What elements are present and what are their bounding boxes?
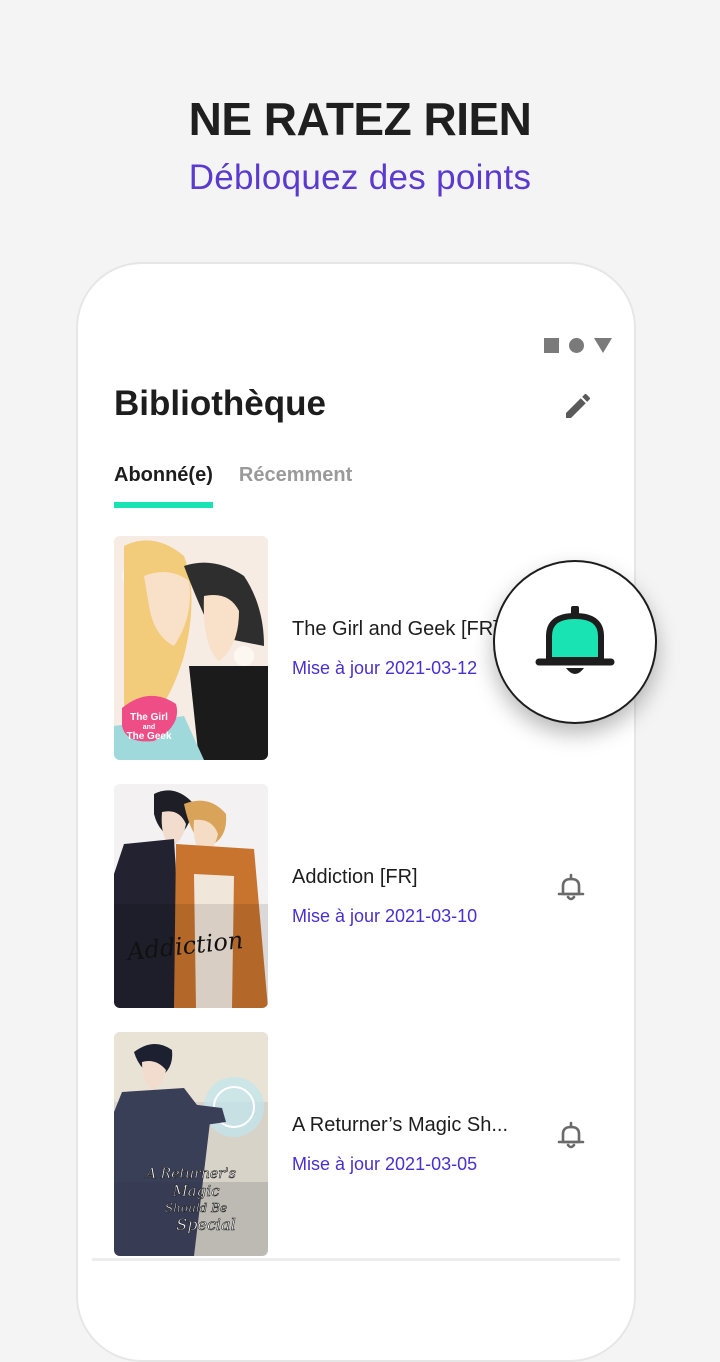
comic-update-date: Mise à jour 2021-03-12 [292, 658, 478, 678]
comic-cover[interactable]: A Returner's Magic Should Be Special [114, 1032, 268, 1256]
phone-frame: Bibliothèque Abonné(e) Récemment The Gir… [76, 262, 636, 1362]
comic-cover[interactable]: Addiction [114, 784, 268, 1008]
comic-update-date: Mise à jour 2021-03-05 [292, 1154, 478, 1174]
cover-title-text: A Returner's [144, 1166, 236, 1182]
list-item[interactable]: Addiction Addiction [FR] Mise à jour 202… [114, 784, 585, 1008]
bottom-divider [92, 1258, 620, 1261]
list-item[interactable]: The Girl and The Geek The Girl and Geek … [114, 536, 554, 760]
bell-outline-icon [557, 873, 585, 901]
cover-title-text: The Girl [130, 712, 168, 723]
tab-abonne[interactable]: Abonné(e) [114, 464, 213, 508]
bell-filled-icon [535, 606, 615, 674]
comic-title: Addiction [FR] [292, 866, 418, 888]
edit-button[interactable] [562, 390, 594, 422]
tab-recemment[interactable]: Récemment [239, 464, 352, 505]
tab-bar: Abonné(e) Récemment [114, 464, 352, 508]
notification-toggle[interactable] [554, 1118, 588, 1152]
promo-subtitle: Débloquez des points [188, 158, 532, 197]
cover-title-text: The Geek [126, 731, 171, 742]
square-icon [544, 338, 559, 353]
comic-title: A Returner’s Magic Sh... [292, 1114, 509, 1136]
comic-cover[interactable]: The Girl and The Geek [114, 536, 268, 760]
cover-title-text: Magic [171, 1182, 220, 1200]
pencil-icon [566, 393, 591, 418]
list-item[interactable]: A Returner's Magic Should Be Special A R… [114, 1032, 585, 1256]
comic-update-date: Mise à jour 2021-03-10 [292, 906, 478, 926]
notification-toggle[interactable] [554, 870, 588, 904]
promo-title: NE RATEZ RIEN [188, 93, 532, 145]
cover-title-text: Should Be [165, 1201, 227, 1215]
page-title: Bibliothèque [114, 384, 326, 423]
triangle-icon [594, 338, 612, 353]
cover-title-text: and [143, 724, 155, 731]
circle-icon [569, 338, 584, 353]
notification-toggle-highlight[interactable] [493, 560, 657, 724]
comic-title: The Girl and Geek [FR] [292, 618, 499, 640]
cover-title-text: Special [176, 1215, 235, 1234]
status-bar [544, 338, 612, 353]
bell-outline-icon [557, 1121, 585, 1149]
